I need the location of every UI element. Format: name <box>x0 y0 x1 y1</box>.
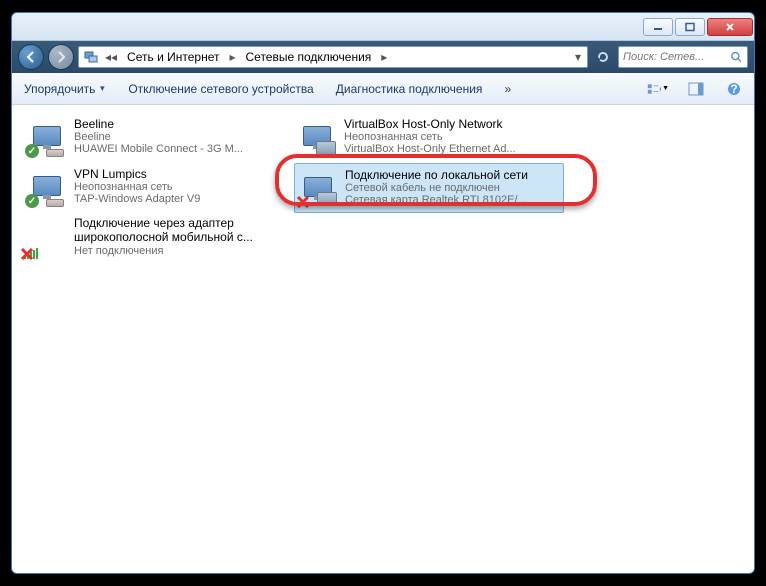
network-connections-window: ◂◂ Сеть и Интернет ▸ Сетевые подключения… <box>11 12 755 574</box>
breadcrumb-seg-2[interactable]: Сетевые подключения <box>242 48 376 66</box>
connection-device: VirtualBox Host-Only Ethernet Ad... <box>344 143 516 155</box>
status-ok-icon: ✓ <box>25 144 39 158</box>
close-button[interactable] <box>707 18 753 36</box>
connection-device: TAP-Windows Adapter V9 <box>74 193 200 205</box>
diagnose-button[interactable]: Диагностика подключения <box>332 80 487 98</box>
breadcrumb-seg-1[interactable]: Сеть и Интернет <box>123 48 223 66</box>
refresh-button[interactable] <box>592 46 614 68</box>
connection-item[interactable]: ✓ Beeline Beeline HUAWEI Mobile Connect … <box>24 113 294 163</box>
connection-icon <box>296 115 338 157</box>
connection-status: Нет подключения <box>74 245 292 257</box>
help-button[interactable]: ? <box>722 79 746 99</box>
connection-status: Beeline <box>74 131 243 143</box>
search-input[interactable] <box>623 51 730 63</box>
connection-status: Сетевой кабель не подключен <box>345 182 528 194</box>
maximize-button[interactable] <box>675 18 705 36</box>
disable-device-button[interactable]: Отключение сетевого устройства <box>124 80 317 98</box>
chevron-down-icon: ▼ <box>98 84 106 93</box>
address-bar[interactable]: ◂◂ Сеть и Интернет ▸ Сетевые подключения… <box>78 46 588 68</box>
connection-name: VPN Lumpics <box>74 167 200 181</box>
back-button[interactable] <box>18 44 44 70</box>
connection-icon <box>297 166 339 208</box>
command-bar: Упорядочить▼ Отключение сетевого устройс… <box>12 73 754 105</box>
connection-icon: ✓ <box>26 115 68 157</box>
connection-name: VirtualBox Host-Only Network <box>344 117 516 131</box>
overflow-button[interactable]: » <box>500 80 515 98</box>
connection-device: Сетевая карта Realtek RTL8102E/... <box>345 194 528 206</box>
connection-item-selected[interactable]: Подключение по локальной сети Сетевой ка… <box>294 163 564 213</box>
search-icon <box>730 50 743 64</box>
chevron-right-icon[interactable]: ▸ <box>379 50 389 64</box>
connection-status: Неопознанная сеть <box>74 181 200 193</box>
change-view-button[interactable]: ▼ <box>646 79 670 99</box>
connection-item[interactable]: Подключение через адаптер широкополосной… <box>24 213 294 267</box>
network-icon <box>83 49 99 65</box>
status-ok-icon: ✓ <box>25 194 39 208</box>
content-area[interactable]: ✓ Beeline Beeline HUAWEI Mobile Connect … <box>12 105 754 573</box>
forward-button[interactable] <box>48 44 74 70</box>
connection-status: Неопознанная сеть <box>344 131 516 143</box>
connection-name: Подключение по локальной сети <box>345 168 528 182</box>
minimize-button[interactable] <box>643 18 673 36</box>
search-box[interactable] <box>618 46 748 68</box>
breadcrumb-arrow: ◂◂ <box>103 50 119 64</box>
connection-item[interactable]: ✓ VPN Lumpics Неопознанная сеть TAP-Wind… <box>24 163 294 213</box>
connection-icon <box>26 215 68 257</box>
status-error-icon <box>296 195 310 209</box>
connection-device: HUAWEI Mobile Connect - 3G M... <box>74 143 243 155</box>
title-bar <box>12 13 754 41</box>
chevron-right-icon[interactable]: ▸ <box>227 50 237 64</box>
dropdown-history-icon[interactable]: ▾ <box>573 50 583 64</box>
organize-button[interactable]: Упорядочить▼ <box>20 80 110 98</box>
svg-text:?: ? <box>730 82 737 96</box>
connection-name: Подключение через адаптер широкополосной… <box>74 217 292 245</box>
connection-item[interactable]: VirtualBox Host-Only Network Неопознанна… <box>294 113 564 163</box>
preview-pane-button[interactable] <box>684 79 708 99</box>
nav-bar: ◂◂ Сеть и Интернет ▸ Сетевые подключения… <box>12 41 754 73</box>
connection-icon: ✓ <box>26 165 68 207</box>
status-error-icon <box>20 247 34 261</box>
connection-name: Beeline <box>74 117 243 131</box>
